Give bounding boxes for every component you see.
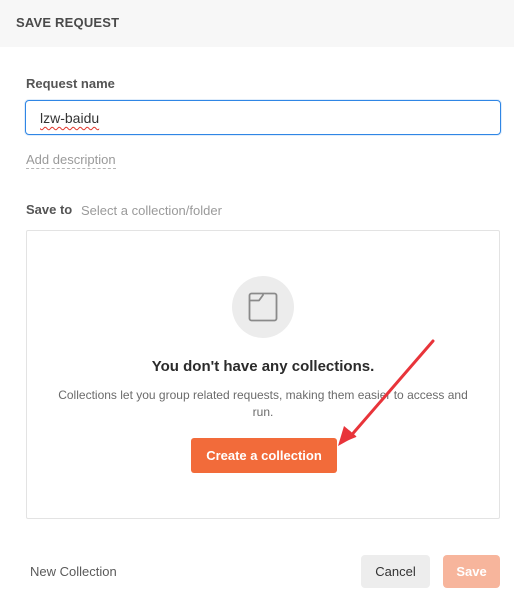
new-collection-link[interactable]: New Collection <box>30 564 117 579</box>
save-button[interactable]: Save <box>443 555 500 588</box>
folder-icon <box>232 276 294 338</box>
create-collection-button[interactable]: Create a collection <box>191 438 337 473</box>
empty-collections-description: Collections let you group related reques… <box>58 388 468 419</box>
empty-collections-title: You don't have any collections. <box>151 358 375 375</box>
dialog-header: SAVE REQUEST <box>0 0 514 47</box>
add-description-link[interactable]: Add description <box>26 152 116 169</box>
dialog-title: SAVE REQUEST <box>16 15 120 30</box>
save-to-label: Save to <box>26 202 73 217</box>
collections-empty-state: You don't have any collections. Collecti… <box>26 230 500 519</box>
save-request-dialog: SAVE REQUEST Request name lzw-baidu Add … <box>0 0 514 595</box>
request-name-value: lzw-baidu <box>40 110 100 126</box>
cancel-button[interactable]: Cancel <box>361 555 430 588</box>
request-name-label: Request name <box>26 76 115 91</box>
save-to-placeholder: Select a collection/folder <box>81 203 222 218</box>
request-name-input[interactable]: lzw-baidu <box>25 100 501 135</box>
